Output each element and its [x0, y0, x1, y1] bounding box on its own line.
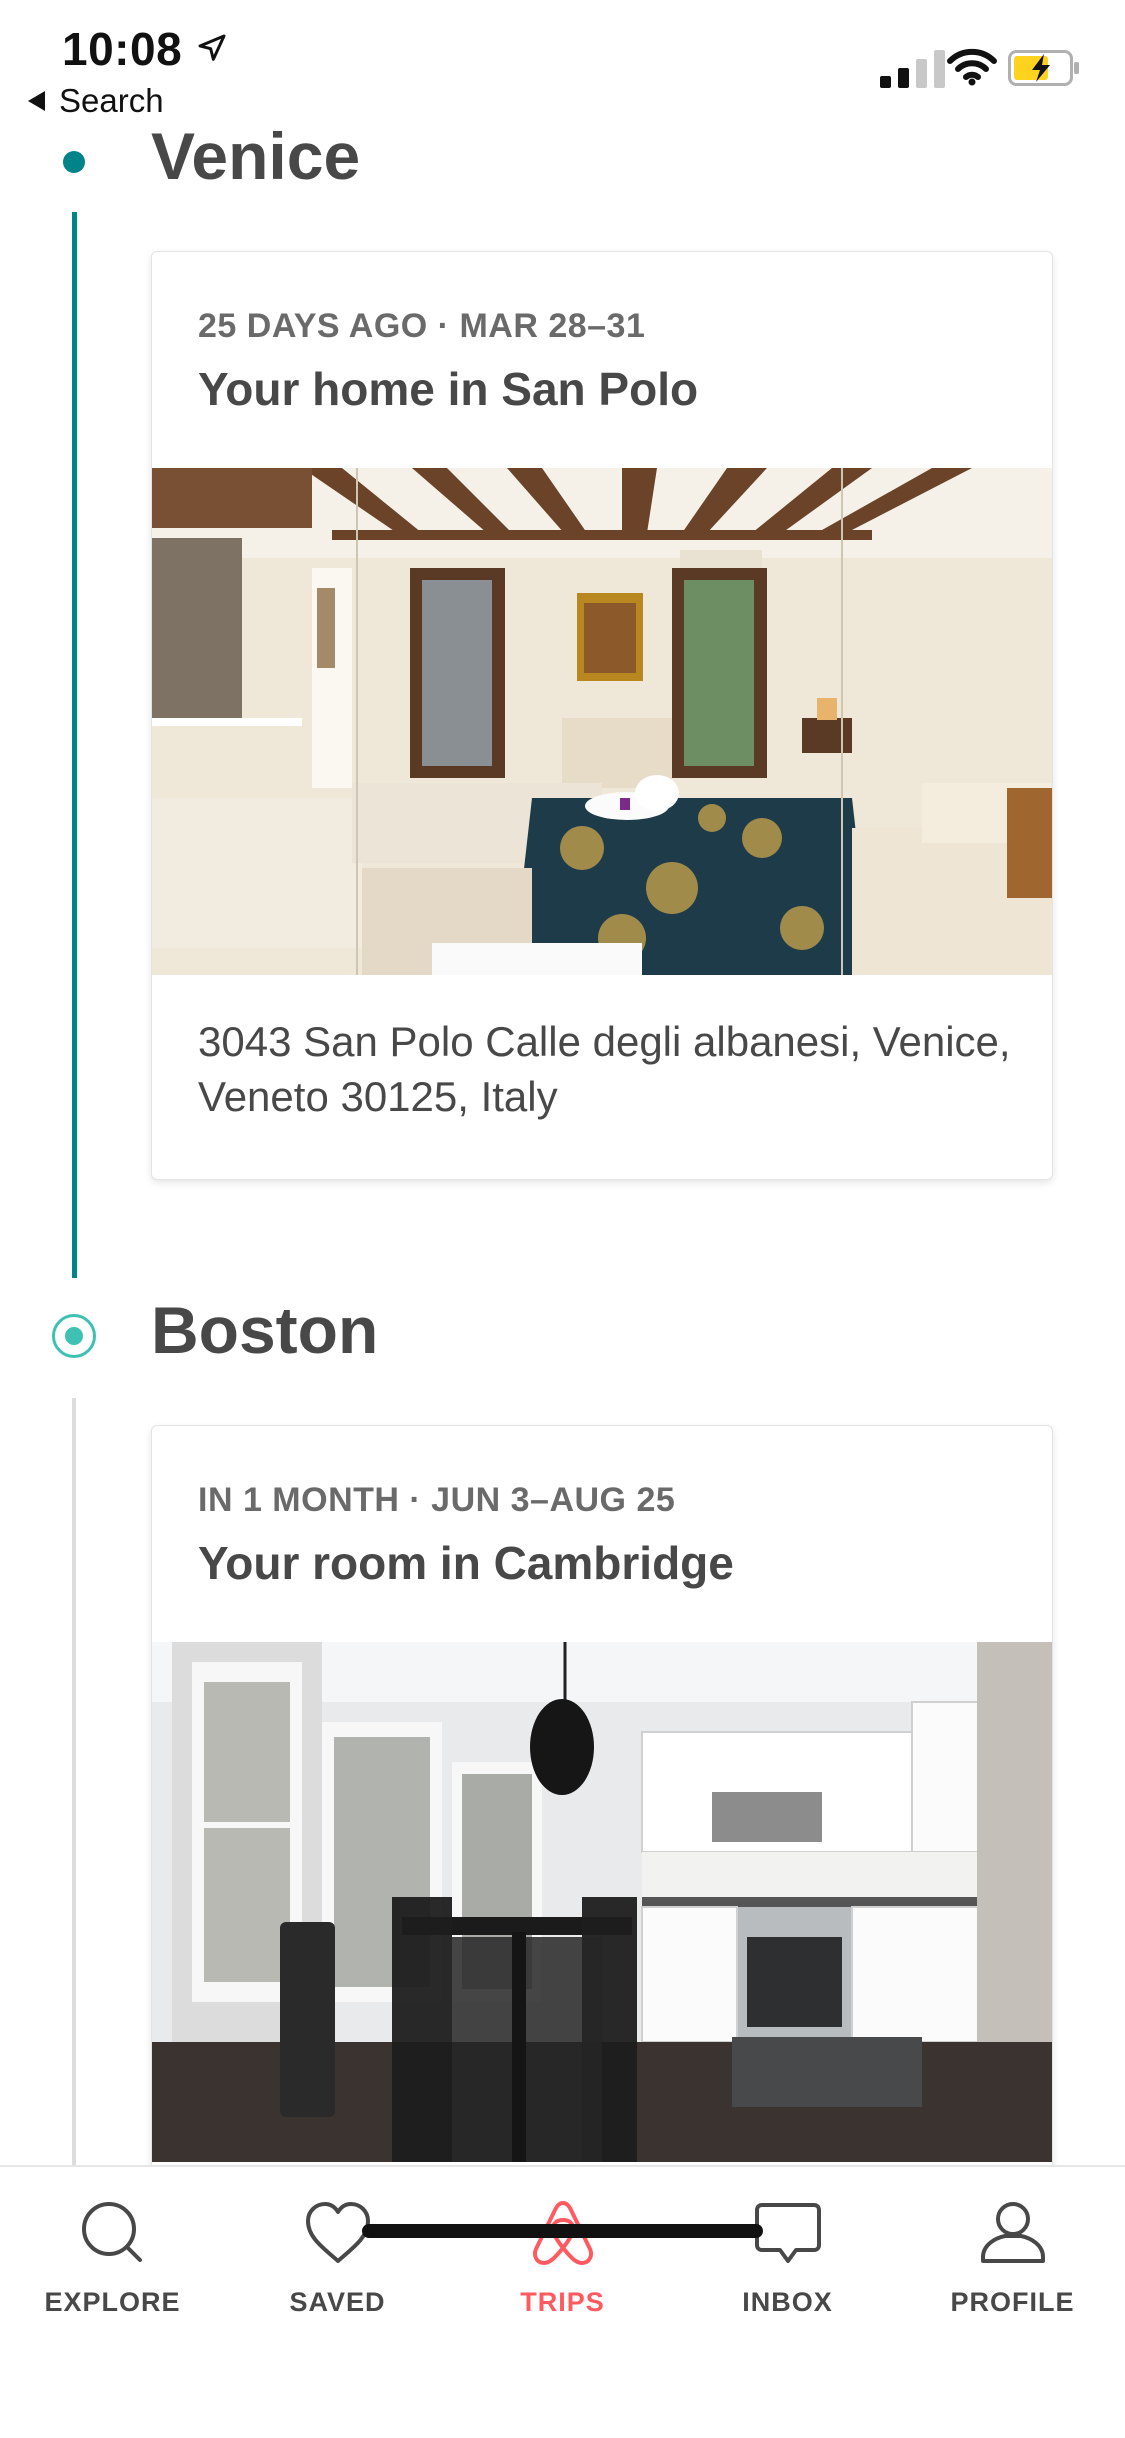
tab-profile[interactable]: PROFILE — [900, 2197, 1125, 2337]
tab-label: INBOX — [742, 2287, 833, 2317]
tab-label: PROFILE — [950, 2287, 1075, 2317]
back-label: Search — [59, 82, 164, 119]
tab-bar: EXPLORE SAVED TRIPS INBOX PROFILE — [0, 2165, 1125, 2438]
cellular-signal-icon — [880, 50, 945, 88]
home-indicator[interactable] — [362, 2224, 763, 2238]
trip-date-subtitle: IN 1 MONTH · JUN 3–AUG 25 — [198, 1481, 676, 1519]
timeline-line-upcoming — [72, 1398, 76, 2168]
back-to-search-button[interactable]: Search — [28, 82, 164, 120]
trip-title: Your room in Cambridge — [198, 1537, 734, 1589]
bedroom-photo — [152, 468, 1052, 975]
tab-label: EXPLORE — [44, 2287, 181, 2317]
back-triangle-icon — [28, 91, 45, 111]
timeline-dot-past — [63, 151, 85, 173]
wifi-icon — [947, 48, 997, 86]
battery-charging-icon — [1008, 50, 1079, 86]
trip-address: 3043 San Polo Calle degli albanesi, Veni… — [198, 1018, 1011, 1120]
status-time: 10:08 — [62, 23, 183, 75]
tab-inbox[interactable]: INBOX — [675, 2197, 900, 2337]
status-bar: 10:08 Search — [0, 0, 1125, 130]
timeline-line-past — [72, 212, 77, 1278]
tab-explore[interactable]: EXPLORE — [0, 2197, 225, 2337]
location-arrow-icon — [198, 34, 226, 61]
city-heading-boston: Boston — [151, 1293, 379, 1367]
timeline-dot-upcoming — [52, 1314, 96, 1358]
search-icon — [81, 2202, 142, 2262]
timeline-dot-upcoming-inner — [65, 1327, 83, 1345]
trip-card-boston[interactable]: IN 1 MONTH · JUN 3–AUG 25 Your room in C… — [151, 1425, 1053, 2187]
tab-label: TRIPS — [520, 2287, 605, 2317]
user-icon — [980, 2202, 1045, 2263]
tab-label: SAVED — [289, 2287, 386, 2317]
trip-card-venice[interactable]: 25 DAYS AGO · MAR 28–31 Your home in San… — [151, 251, 1053, 1180]
city-heading-venice: Venice — [151, 119, 361, 193]
tab-trips[interactable]: TRIPS — [450, 2197, 675, 2337]
kitchen-photo — [152, 1642, 1052, 2162]
trip-date-subtitle: 25 DAYS AGO · MAR 28–31 — [198, 307, 646, 345]
tab-saved[interactable]: SAVED — [225, 2197, 450, 2337]
trip-title: Your home in San Polo — [198, 363, 699, 415]
